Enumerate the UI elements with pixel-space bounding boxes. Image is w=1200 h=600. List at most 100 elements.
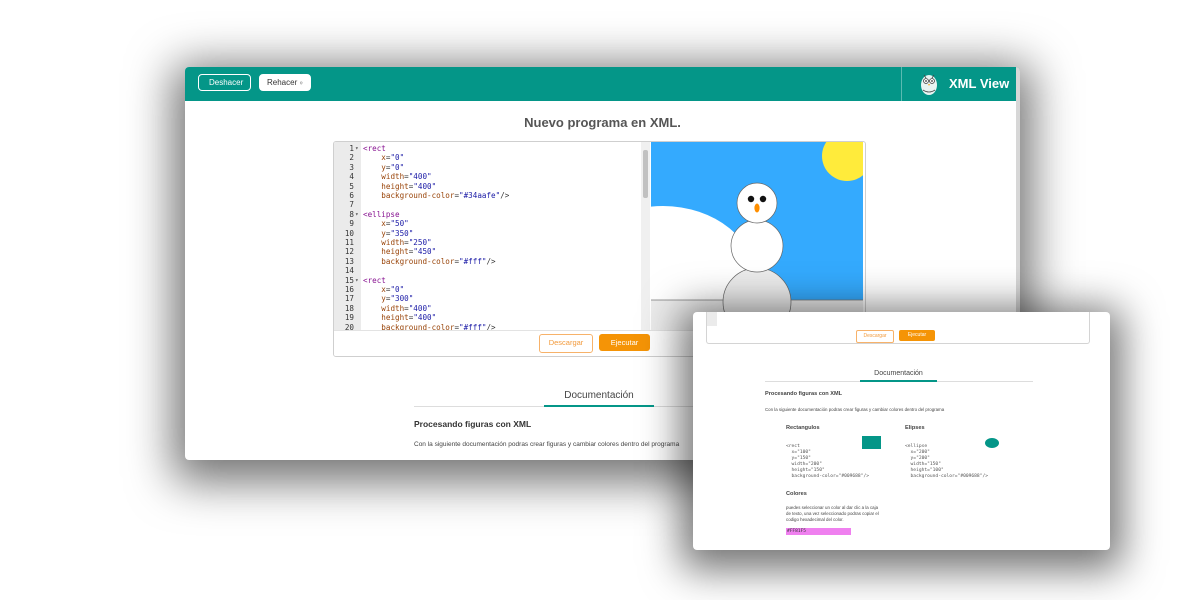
snowman-eye-right: [759, 195, 767, 203]
code-line[interactable]: 12 height="450": [334, 247, 650, 256]
line-number: 18: [344, 303, 354, 313]
editor-scroll-thumb[interactable]: [643, 150, 648, 198]
colors-text-3: codigo hexadecimal del color.: [786, 517, 844, 522]
fold-arrow-icon[interactable]: ▾: [355, 210, 359, 219]
code-text: height="400": [381, 313, 437, 323]
code-line[interactable]: 1 ▾ <rect: [334, 144, 650, 153]
doc-heading: Procesando figuras con XML: [414, 419, 532, 429]
redo-label: Rehacer: [267, 78, 298, 87]
code-text: <rect: [363, 275, 386, 285]
doc-tab-indicator: [544, 405, 654, 407]
overlay-editor-bottom: Descargar Ejecutar: [706, 312, 1090, 344]
ellipses-code: <ellipse x="200" y="200" width="150" hei…: [905, 444, 988, 479]
color-picker-input[interactable]: #FF81F5: [786, 528, 851, 535]
code-text: background-color="#fff"/>: [381, 322, 496, 330]
code-line[interactable]: 10 y="350": [334, 229, 650, 238]
overlay-doc-intro: Con la siguiente documentación podras cr…: [765, 407, 945, 412]
page-title: Nuevo programa en XML.: [524, 115, 681, 130]
brand-name: XML View: [949, 76, 1010, 91]
ellipses-title: Elipses: [905, 425, 925, 431]
code-line[interactable]: 4 width="400": [334, 172, 650, 181]
snowman-middle: [730, 219, 784, 273]
code-text: height="400": [381, 181, 437, 191]
line-number: 8: [349, 209, 354, 219]
line-number: 11: [344, 238, 354, 247]
overlay-run-button[interactable]: Ejecutar: [899, 330, 935, 341]
rectangles-title: Rectangulos: [786, 425, 820, 431]
doc-intro: Con la siguiente documentación podras cr…: [414, 441, 680, 448]
code-line[interactable]: 7: [334, 200, 650, 209]
code-text: x="50": [381, 219, 409, 229]
code-text: <rect: [363, 144, 386, 153]
rectangles-code: <rect x="100" y="150" width="200" height…: [786, 444, 869, 479]
line-number: 14: [344, 266, 354, 276]
line-number: 2: [349, 153, 354, 163]
snowman-head: [736, 182, 778, 224]
rectangle-sample: [862, 436, 881, 449]
code-line[interactable]: 9 x="50": [334, 219, 650, 228]
documentation-window: Descargar Ejecutar Documentación Procesa…: [693, 312, 1110, 550]
line-number: 5: [349, 181, 354, 191]
line-number: 1: [349, 144, 354, 153]
fold-arrow-icon[interactable]: ▾: [355, 276, 359, 285]
fold-arrow-icon[interactable]: ▾: [355, 144, 359, 153]
colors-text-1: puedes seleccionar un color al dar clic …: [786, 505, 879, 510]
line-number: 10: [344, 228, 354, 238]
ellipse-sample: [985, 438, 999, 448]
run-button[interactable]: Ejecutar: [599, 334, 650, 351]
code-text: background-color="#fff"/>: [381, 256, 496, 266]
code-line[interactable]: 6 background-color="#34aafe"/>: [334, 191, 650, 200]
overlay-tab-documentation[interactable]: Documentación: [860, 370, 937, 377]
snowman-eye-left: [747, 195, 755, 203]
code-line[interactable]: 16 x="0": [334, 285, 650, 294]
code-line[interactable]: 20 background-color="#fff"/>: [334, 323, 650, 330]
tab-documentation[interactable]: Documentación: [544, 390, 654, 401]
preview-drawing: [651, 142, 863, 330]
preview-canvas: [651, 142, 863, 330]
code-text: width="400": [381, 172, 432, 182]
code-line[interactable]: 19 height="400": [334, 313, 650, 322]
colors-text-2: de texto, una vez seleccionado podras co…: [786, 511, 879, 516]
line-number: 17: [344, 294, 354, 304]
code-text: x="0": [381, 285, 405, 294]
code-line[interactable]: 13 background-color="#fff"/>: [334, 257, 650, 266]
colors-title: Colores: [786, 491, 807, 497]
top-bar: Deshacer Rehacer XML View: [185, 67, 1020, 101]
code-line[interactable]: 5 height="400": [334, 182, 650, 191]
line-number: 15: [344, 275, 354, 285]
redo-icon: [300, 81, 303, 84]
redo-button[interactable]: Rehacer: [259, 74, 311, 91]
code-text: <ellipse: [363, 209, 400, 219]
download-button[interactable]: Descargar: [539, 334, 593, 353]
snowman-nose: [754, 203, 760, 213]
line-number: 9: [349, 219, 354, 229]
line-number: 20: [344, 322, 354, 330]
overlay-tab-indicator: [860, 380, 937, 382]
code-text: background-color="#34aafe"/>: [381, 191, 510, 200]
owl-logo-icon: [921, 74, 937, 95]
code-line[interactable]: 17 y="300": [334, 294, 650, 303]
code-line[interactable]: 2 x="0": [334, 153, 650, 162]
code-line[interactable]: 14: [334, 266, 650, 275]
code-editor[interactable]: 1 ▾ <rect 2 x="0" 3 y="0" 4 width="400" 5 heig…: [334, 142, 650, 330]
line-number: 12: [344, 247, 354, 257]
undo-button[interactable]: Deshacer: [198, 74, 251, 91]
line-number: 7: [349, 200, 354, 210]
overlay-doc-heading: Procesando figuras con XML: [765, 391, 843, 397]
code-line[interactable]: 11 width="250": [334, 238, 650, 247]
line-number: 6: [349, 191, 354, 200]
code-text: x="0": [381, 153, 405, 163]
code-line[interactable]: 15 ▾ <rect: [334, 276, 650, 285]
code-line[interactable]: 18 width="400": [334, 304, 650, 313]
line-number: 4: [349, 172, 354, 182]
code-text: y="300": [381, 294, 414, 304]
code-line[interactable]: 8 ▾ <ellipse: [334, 210, 650, 219]
overlay-gutter: [707, 312, 717, 326]
line-number: 3: [349, 162, 354, 172]
overlay-download-button[interactable]: Descargar: [856, 330, 894, 343]
undo-label: Deshacer: [209, 78, 244, 87]
line-number: 13: [344, 256, 354, 266]
code-line[interactable]: 3 y="0": [334, 163, 650, 172]
code-text: height="450": [381, 247, 437, 257]
code-text: width="250": [381, 238, 432, 247]
